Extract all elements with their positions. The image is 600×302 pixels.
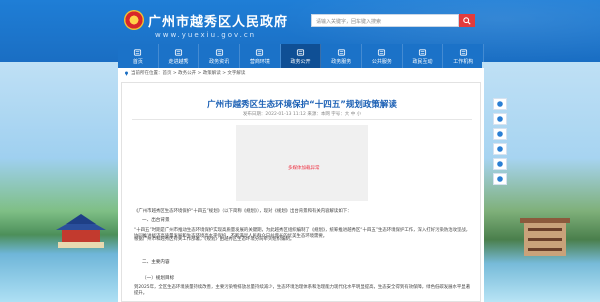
nav-item-label: 营商环境 <box>249 58 270 65</box>
briefcase-icon <box>256 48 264 56</box>
paragraph: 根据广州市和越秀区有关工作部署，《规划》由越秀区生态环境分局牵头组织编制。 <box>134 237 295 242</box>
article-title: 广州市越秀区生态环境保护“十四五”规划政策解读 <box>207 100 397 110</box>
nav-item-label: 公共服务 <box>371 58 392 65</box>
paragraph: 到2025年，全区生态环境质量持续改善，主要污染物排放总量持续减少，生态环境治理… <box>134 285 471 297</box>
nav-item-label: 政务资讯 <box>209 58 230 65</box>
search-input[interactable]: 请输入关键字，回车键入搜索 <box>311 14 459 27</box>
nav-item[interactable]: 首页 <box>118 44 159 68</box>
print-button[interactable] <box>493 143 507 155</box>
home-icon <box>134 48 142 56</box>
top-icon <box>497 176 503 182</box>
nav-item-label: 首页 <box>132 58 143 65</box>
nav-item-label: 政务服务 <box>331 58 352 65</box>
wechat-button[interactable] <box>493 128 507 140</box>
org-icon <box>459 48 467 56</box>
nav-item[interactable]: 政民互动 <box>402 44 444 68</box>
breadcrumb-text[interactable]: 当前所在位置：首页 > 政务公开 > 政策解读 > 文字解读 <box>131 70 245 76</box>
location-icon <box>125 71 128 76</box>
nav-item-label: 走进越秀 <box>168 58 189 65</box>
service-icon <box>337 48 345 56</box>
search-button[interactable] <box>459 14 475 27</box>
section-heading: 一、出台背景 <box>142 218 170 223</box>
nav-item[interactable]: 公共服务 <box>362 44 403 68</box>
breadcrumb: 当前所在位置：首页 > 政务公开 > 政策解读 > 文字解读 <box>124 70 245 76</box>
font-button[interactable] <box>493 158 507 170</box>
section-heading: 二、主要内容 <box>142 260 170 265</box>
building-icon <box>174 48 183 56</box>
temple-illustration <box>56 214 106 248</box>
wechat-icon <box>497 131 503 137</box>
nav-item-label: 政民互动 <box>412 58 433 65</box>
document-icon <box>296 48 305 56</box>
nav-item-label: 工作机构 <box>453 58 474 65</box>
nav-item[interactable]: 工作机构 <box>443 44 485 68</box>
search-icon <box>463 16 471 25</box>
share-icon <box>497 101 503 107</box>
nav-item[interactable]: 政务服务 <box>321 44 363 68</box>
pagoda-illustration <box>520 218 570 256</box>
people-icon <box>378 48 386 56</box>
side-toolbar <box>493 98 507 185</box>
share-button[interactable] <box>493 98 507 110</box>
nav-item[interactable]: 营商环境 <box>240 44 281 68</box>
nav-item[interactable]: 走进越秀 <box>158 44 200 68</box>
scenery-left <box>0 62 118 302</box>
site-title[interactable]: 广州市越秀区人民政府 <box>148 11 288 30</box>
media-error-text: 多媒体加载异常 <box>288 166 320 171</box>
nav-item[interactable]: 政务资讯 <box>199 44 241 68</box>
media-player[interactable] <box>236 125 368 201</box>
divider <box>132 119 472 120</box>
article-meta: 发布日期：2022-01-13 11:12 来源：本网 字号：大 中 小 <box>242 112 362 117</box>
article-card: 广州市越秀区生态环境保护“十四五”规划政策解读 发布日期：2022-01-13 … <box>121 82 481 302</box>
weibo-button[interactable] <box>493 113 507 125</box>
nav-item-label: 政务公开 <box>290 58 311 65</box>
font-icon <box>497 161 503 167</box>
print-icon <box>497 146 503 152</box>
national-emblem-icon <box>124 10 144 30</box>
chat-icon <box>418 48 427 56</box>
paragraph: 《广州市越秀区生态环境保护“十四五”规划》（以下简称《规划》），现对《规划》出台… <box>134 209 352 214</box>
main-nav: 首页 走进越秀 政务资讯 营商环境 政务公开 政务服务 公共服务 政民互动 工作机构 <box>118 44 485 68</box>
nav-item[interactable]: 政务公开 <box>280 44 322 68</box>
top-button[interactable] <box>493 173 507 185</box>
subsection-heading: （一）规划目标 <box>142 276 175 281</box>
weibo-icon <box>497 116 503 122</box>
content-area: 当前所在位置：首页 > 政务公开 > 政策解读 > 文字解读 广州市越秀区生态环… <box>118 68 484 302</box>
site-url: www.yuexiu.gov.cn <box>155 31 257 39</box>
news-icon <box>215 48 223 56</box>
